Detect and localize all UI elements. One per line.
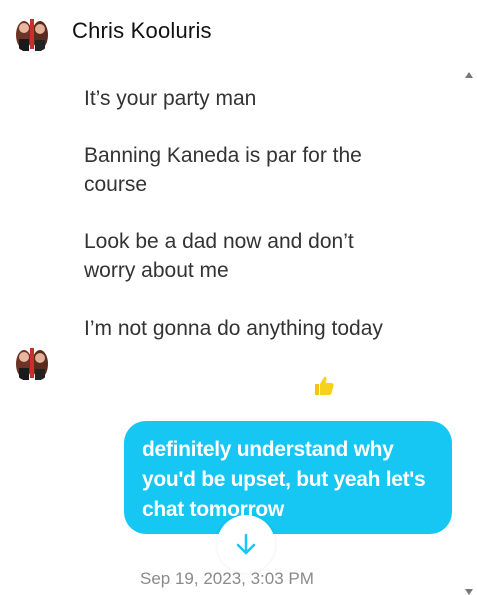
received-message[interactable]: I’m not gonna do anything today [84,314,384,343]
received-message[interactable]: Look be a dad now and don’t worry about … [84,227,384,285]
conversation-header: Chris Kooluris [0,0,477,62]
sender-avatar[interactable] [11,340,53,382]
scroll-up-arrow[interactable] [465,72,473,78]
arrow-down-icon [236,533,256,555]
contact-name[interactable]: Chris Kooluris [72,18,212,44]
thumbs-up-icon[interactable] [312,374,336,398]
jump-to-latest-button[interactable] [217,515,275,573]
received-message[interactable]: Banning Kaneda is par for the course [84,141,384,199]
received-message[interactable]: It’s your party man [84,84,384,113]
sent-message-bubble[interactable]: definitely understand why you'd be upset… [124,421,452,534]
contact-avatar[interactable] [11,11,53,53]
scroll-down-arrow[interactable] [465,589,473,595]
message-timestamp: Sep 19, 2023, 3:03 PM [140,569,314,588]
